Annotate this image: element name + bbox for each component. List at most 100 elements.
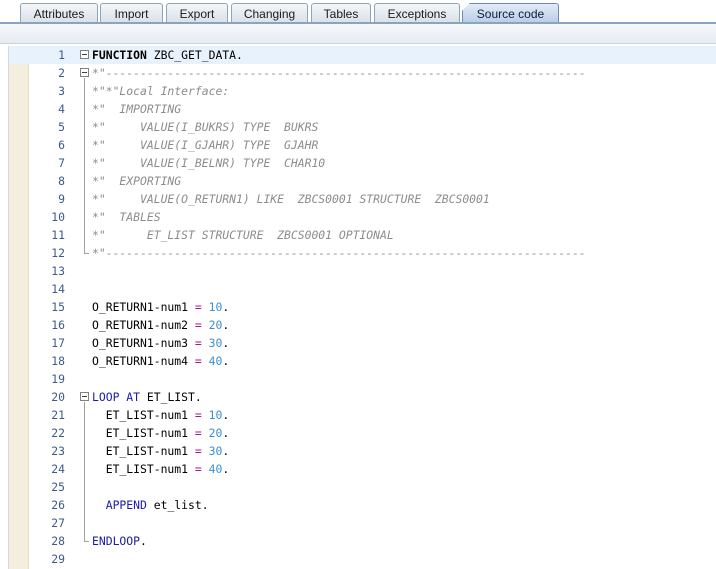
code-token: *" VALUE(I_GJAHR) TYPE GJAHR <box>92 138 319 152</box>
tab-label: Import <box>114 6 149 21</box>
tab-label: Tables <box>323 6 359 21</box>
tab-attributes[interactable]: Attributes <box>20 3 98 23</box>
code-line[interactable]: 3 *"*"Local Interface: <box>9 82 716 100</box>
code-line[interactable]: 12 *"------------------------------------… <box>9 244 716 262</box>
tab-label: Exceptions <box>387 6 447 21</box>
code-token: . <box>222 426 230 440</box>
code-text: *" VALUE(I_BUKRS) TYPE BUKRS <box>92 118 318 136</box>
code-token: . <box>222 354 230 368</box>
code-line[interactable]: 15 O_RETURN1-num1 = 10. <box>9 298 716 316</box>
tab-strip: Attributes Import Export Changing Tables… <box>0 0 716 24</box>
code-text: *"--------------------------------------… <box>92 244 586 262</box>
code-line[interactable]: 26 APPEND et_list. <box>9 496 716 514</box>
line-number: 6 <box>58 138 65 152</box>
code-token: ET_LIST. <box>140 390 202 404</box>
code-token: *" IMPORTING <box>92 102 182 116</box>
source-code-editor[interactable]: 1 FUNCTION ZBC_GET_DATA. 2 *"--------------… <box>8 46 716 569</box>
code-line[interactable]: 18 O_RETURN1-num4 = 40. <box>9 352 716 370</box>
code-token: . <box>222 336 230 350</box>
tab-export[interactable]: Export <box>166 3 228 23</box>
code-line[interactable]: 21 ET_LIST-num1 = 10. <box>9 406 716 424</box>
code-token: . <box>222 408 230 422</box>
fold-end <box>84 541 89 542</box>
code-token: APPEND <box>105 498 147 512</box>
code-line[interactable]: 9 *" VALUE(O_RETURN1) LIKE ZBCS0001 STRUC… <box>9 190 716 208</box>
code-line[interactable]: 5 *" VALUE(I_BUKRS) TYPE BUKRS <box>9 118 716 136</box>
code-line[interactable]: 10 *" TABLES <box>9 208 716 226</box>
code-token: O_RETURN1-num1 <box>92 300 195 314</box>
code-text: LOOP AT ET_LIST. <box>92 388 202 406</box>
line-number: 11 <box>51 228 65 242</box>
code-token: 40 <box>208 354 223 368</box>
code-token: 10 <box>208 408 223 422</box>
code-line[interactable]: 13 <box>9 262 716 280</box>
tab-source-code[interactable]: Source code <box>462 3 559 23</box>
code-line[interactable]: 28 ENDLOOP. <box>9 532 716 550</box>
code-token: LOOP AT <box>92 390 141 404</box>
line-number: 24 <box>51 462 65 476</box>
tab-tables[interactable]: Tables <box>311 3 371 23</box>
code-token: = <box>194 318 202 332</box>
line-number: 8 <box>58 174 65 188</box>
code-line[interactable]: 2 *"-------------------------------------… <box>9 64 716 82</box>
code-token: = <box>194 426 202 440</box>
line-number: 25 <box>51 480 65 494</box>
code-line[interactable]: 23 ET_LIST-num1 = 30. <box>9 442 716 460</box>
code-text: ET_LIST-num1 = 30. <box>92 442 229 460</box>
line-number: 19 <box>51 372 65 386</box>
code-line[interactable]: 19 <box>9 370 716 388</box>
line-number: 10 <box>51 210 65 224</box>
tab-import[interactable]: Import <box>100 3 163 23</box>
code-line[interactable]: 1 FUNCTION ZBC_GET_DATA. <box>9 46 716 64</box>
code-token: FUNCTION <box>92 48 147 62</box>
code-token: *"--------------------------------------… <box>92 246 586 260</box>
tab-label: Export <box>179 6 215 21</box>
code-token: *"*"Local Interface: <box>92 84 230 98</box>
code-token: 40 <box>208 462 223 476</box>
code-token: . <box>222 300 230 314</box>
code-line[interactable]: 22 ET_LIST-num1 = 20. <box>9 424 716 442</box>
code-line[interactable]: 7 *" VALUE(I_BELNR) TYPE CHAR10 <box>9 154 716 172</box>
tab-exceptions[interactable]: Exceptions <box>374 3 460 23</box>
code-token: *" VALUE(O_RETURN1) LIKE ZBCS0001 STRUCT… <box>92 192 490 206</box>
code-token: 20 <box>208 318 223 332</box>
code-line[interactable]: 11 *" ET_LIST STRUCTURE ZBCS0001 OPTIONAL <box>9 226 716 244</box>
code-token: = <box>194 444 202 458</box>
fold-toggle-icon[interactable] <box>80 50 89 59</box>
code-line[interactable]: 4 *" IMPORTING <box>9 100 716 118</box>
code-token: ENDLOOP <box>92 534 141 548</box>
code-line[interactable]: 27 <box>9 514 716 532</box>
code-line[interactable]: 29 <box>9 550 716 568</box>
code-line[interactable]: 14 <box>9 280 716 298</box>
fold-toggle-icon[interactable] <box>80 68 89 77</box>
code-token: *" TABLES <box>92 210 161 224</box>
code-line[interactable]: 16 O_RETURN1-num2 = 20. <box>9 316 716 334</box>
code-token: = <box>194 336 202 350</box>
line-number: 21 <box>51 408 65 422</box>
line-number: 4 <box>58 102 65 116</box>
code-token: = <box>194 354 202 368</box>
fold-toggle-icon[interactable] <box>80 392 89 401</box>
code-token: 20 <box>208 426 223 440</box>
code-token: O_RETURN1-num3 <box>92 336 195 350</box>
code-token: *" VALUE(I_BUKRS) TYPE BUKRS <box>92 120 319 134</box>
code-text: *" VALUE(I_BELNR) TYPE CHAR10 <box>92 154 325 172</box>
code-text: *" IMPORTING <box>92 100 181 118</box>
tab-changing[interactable]: Changing <box>231 3 308 23</box>
code-line[interactable]: 6 *" VALUE(I_GJAHR) TYPE GJAHR <box>9 136 716 154</box>
code-text: *"--------------------------------------… <box>92 64 586 82</box>
code-line[interactable]: 17 O_RETURN1-num3 = 30. <box>9 334 716 352</box>
code-line[interactable]: 25 <box>9 478 716 496</box>
code-token: *" ET_LIST STRUCTURE ZBCS0001 OPTIONAL <box>92 228 394 242</box>
code-line[interactable]: 20 LOOP AT ET_LIST. <box>9 388 716 406</box>
line-number: 26 <box>51 498 65 512</box>
code-text: APPEND et_list. <box>92 496 209 514</box>
code-line[interactable]: 8 *" EXPORTING <box>9 172 716 190</box>
code-token: ET_LIST-num1 <box>92 426 195 440</box>
code-line[interactable]: 24 ET_LIST-num1 = 40. <box>9 460 716 478</box>
